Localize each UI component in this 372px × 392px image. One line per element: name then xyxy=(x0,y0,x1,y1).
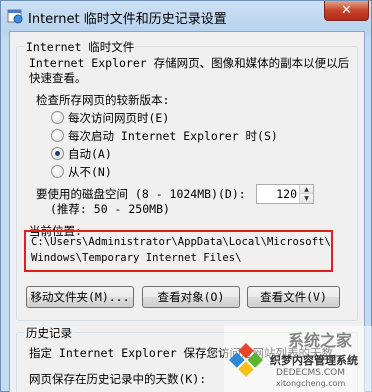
description-line-1: Internet Explorer 存储网页、图像和媒体的副本以便以后 xyxy=(29,56,350,70)
radio-every-visit-label[interactable]: 每次访问网页时(E) xyxy=(68,110,169,126)
disk-space-spinner[interactable]: 120 ▲ ▼ xyxy=(256,184,314,204)
watermark-domain: xitongcheng.com xyxy=(276,379,346,388)
disk-space-label: 要使用的磁盘空间 (8 - 1024MB)(D): xyxy=(36,187,246,201)
location-path-line-2: Windows\Temporary Internet Files\ xyxy=(31,252,242,264)
history-group-title: 历史记录 xyxy=(24,325,74,341)
watermark-brand: 织梦内容管理系统 xyxy=(270,354,358,367)
move-folder-button[interactable]: 移动文件夹(M)... xyxy=(26,286,134,308)
radio-never-label[interactable]: 从不(N) xyxy=(68,164,112,180)
check-versions-label: 检查所存网页的较新版本: xyxy=(36,93,170,107)
disk-space-value[interactable]: 120 xyxy=(276,187,297,201)
radio-never[interactable] xyxy=(51,165,64,178)
spinner-down-icon[interactable]: ▼ xyxy=(300,194,313,203)
spinner-buttons: ▲ ▼ xyxy=(299,185,313,203)
radio-every-start-label[interactable]: 每次启动 Internet Explorer 时(S) xyxy=(68,128,278,144)
radio-automatic-label[interactable]: 自动(A) xyxy=(68,146,112,162)
close-button[interactable]: ✕ xyxy=(324,1,369,21)
spinner-up-icon[interactable]: ▲ xyxy=(300,185,313,194)
internet-options-icon xyxy=(7,9,23,24)
radio-every-start[interactable] xyxy=(51,129,64,142)
disk-space-recommend: (推荐: 50 - 250MB) xyxy=(50,202,170,216)
radio-automatic[interactable] xyxy=(51,147,64,160)
view-files-button[interactable]: 查看文件(V) xyxy=(247,286,340,308)
radio-every-visit[interactable] xyxy=(51,111,64,124)
location-path-line-1: C:\Users\Administrator\AppData\Local\Mic… xyxy=(31,236,331,248)
watermark-site: DEDECMS.COM xyxy=(276,368,345,378)
description-line-2: 快速查看。 xyxy=(29,71,87,85)
window-title: Internet 临时文件和历史记录设置 xyxy=(28,12,227,27)
watermark-text: 系统之家 xyxy=(288,331,353,350)
view-objects-button[interactable]: 查看对象(O) xyxy=(142,286,240,308)
history-days-label: 网页保存在历史记录中的天数(K): xyxy=(29,372,207,386)
temp-files-group-title: Internet 临时文件 xyxy=(24,39,137,55)
title-bar[interactable]: Internet 临时文件和历史记录设置 ✕ xyxy=(1,1,371,31)
